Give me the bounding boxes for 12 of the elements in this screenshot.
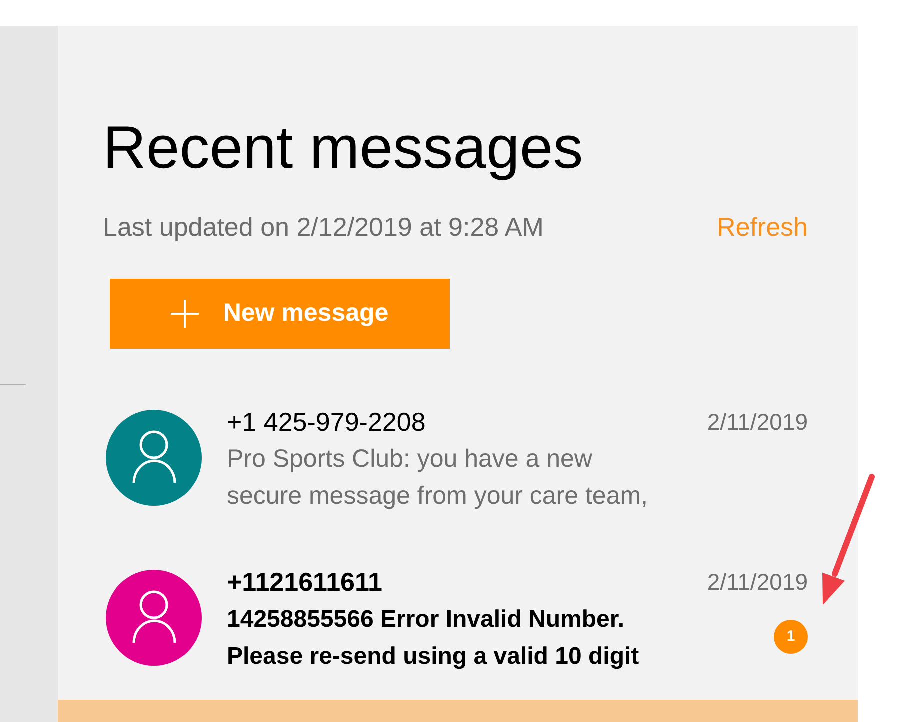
message-preview: 14258855566 Error Invalid Number. Please re-send using a valid 10 digit xyxy=(227,605,640,672)
plus-icon xyxy=(171,300,200,328)
sender-number: +1121611611 xyxy=(227,566,384,599)
message-date: 2/11/2019 xyxy=(707,568,808,597)
refresh-link[interactable]: Refresh xyxy=(716,211,808,243)
sender-number: +1 425-979-2208 xyxy=(227,406,427,439)
new-message-button[interactable]: New message xyxy=(110,279,450,349)
unread-count-badge: 1 xyxy=(774,620,808,654)
page-title: Recent messages xyxy=(103,113,584,183)
message-preview: Pro Sports Club: you have a new secure message from your care team, xyxy=(227,444,649,512)
last-updated-text: Last updated on 2/12/2019 at 9:28 AM xyxy=(103,211,544,243)
message-date: 2/11/2019 xyxy=(707,408,808,437)
